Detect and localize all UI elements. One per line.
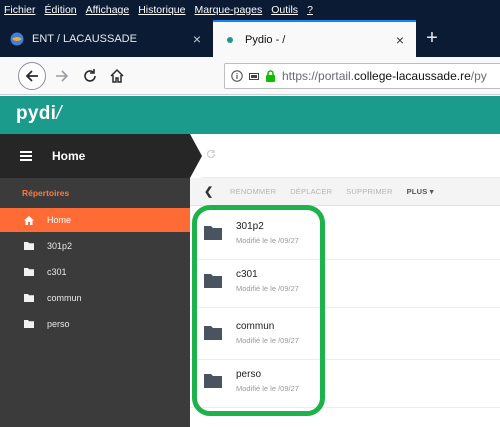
menu-edition[interactable]: Édition bbox=[45, 4, 77, 16]
new-tab-button[interactable]: + bbox=[420, 25, 444, 51]
pydio-favicon-icon bbox=[223, 33, 237, 47]
rename-button[interactable]: RENOMMER bbox=[230, 187, 276, 196]
sidebar-item-label: c301 bbox=[47, 267, 67, 277]
arrow-right-icon bbox=[56, 70, 69, 82]
highlight-box bbox=[192, 205, 325, 416]
sidebar-item-home[interactable]: Home bbox=[0, 208, 190, 232]
home-icon bbox=[24, 215, 34, 225]
sidebar-item-commun[interactable]: commun bbox=[0, 286, 190, 310]
globe-icon bbox=[10, 32, 24, 46]
logo-text: pydi bbox=[16, 103, 57, 124]
action-toolbar: ❮ RENOMMER DÉPLACER SUPPRIMER PLUS ▾ bbox=[190, 178, 500, 206]
url-bar[interactable]: https://portail. college-lacaussade.re/py bbox=[224, 63, 500, 89]
reload-button[interactable] bbox=[80, 66, 100, 86]
forward-button[interactable] bbox=[52, 66, 72, 86]
breadcrumb-chevron bbox=[190, 134, 202, 178]
close-tab-icon[interactable]: × bbox=[396, 32, 404, 48]
menu-outils[interactable]: Outils bbox=[271, 4, 298, 16]
home-button[interactable] bbox=[107, 66, 127, 86]
folder-icon bbox=[24, 242, 34, 250]
sidebar-section-label: Répertoires bbox=[22, 188, 70, 198]
sidebar-title: Home bbox=[52, 149, 86, 163]
move-button[interactable]: DÉPLACER bbox=[290, 187, 332, 196]
arrow-left-icon bbox=[25, 70, 38, 82]
delete-button[interactable]: SUPPRIMER bbox=[346, 187, 392, 196]
pydio-logo[interactable]: pydi/ bbox=[16, 103, 62, 125]
back-arrow-button[interactable]: ❮ bbox=[204, 185, 216, 198]
sidebar-item-label: 301p2 bbox=[47, 241, 73, 251]
menu-affichage[interactable]: Affichage bbox=[86, 4, 130, 16]
home-icon bbox=[110, 68, 124, 83]
menu-marque-pages[interactable]: Marque-pages bbox=[195, 4, 263, 16]
hamburger-menu-icon[interactable] bbox=[20, 149, 34, 164]
folder-icon bbox=[24, 268, 34, 276]
menu-bar: Fichier Édition Affichage Historique Mar… bbox=[0, 0, 500, 20]
sidebar-item-label: commun bbox=[47, 293, 82, 303]
close-tab-icon[interactable]: × bbox=[193, 31, 201, 47]
permissions-icon[interactable] bbox=[248, 70, 260, 82]
menu-historique[interactable]: Historique bbox=[138, 4, 185, 16]
more-menu-button[interactable]: PLUS ▾ bbox=[407, 187, 434, 196]
url-prefix: https://portail. bbox=[282, 69, 355, 83]
tab-title: Pydio - / bbox=[245, 33, 286, 46]
tab-strip: ENT / LACAUSSADE × Pydio - / × + bbox=[0, 20, 500, 57]
tab-pydio[interactable]: Pydio - / × bbox=[213, 20, 416, 57]
breadcrumb-bar bbox=[202, 134, 500, 178]
sidebar-header: Home bbox=[0, 134, 190, 178]
folder-icon bbox=[24, 294, 34, 302]
sidebar: Home Répertoires Home 301p2 c301 commun bbox=[0, 134, 190, 427]
reload-icon bbox=[84, 69, 96, 82]
url-suffix: /py bbox=[470, 69, 487, 83]
lock-icon[interactable] bbox=[265, 70, 276, 82]
tab-ent-lacaussade[interactable]: ENT / LACAUSSADE × bbox=[0, 20, 213, 57]
back-button[interactable] bbox=[18, 62, 46, 90]
tab-title: ENT / LACAUSSADE bbox=[32, 32, 137, 45]
sidebar-item-label: Home bbox=[47, 215, 72, 225]
app-header: pydi/ bbox=[0, 96, 500, 134]
menu-fichier[interactable]: Fichier bbox=[4, 4, 36, 16]
menu-aide[interactable]: ? bbox=[307, 4, 313, 16]
folder-icon bbox=[24, 320, 34, 328]
sidebar-item-c301[interactable]: c301 bbox=[0, 260, 190, 284]
sidebar-item-label: perso bbox=[47, 319, 70, 329]
sidebar-item-301p2[interactable]: 301p2 bbox=[0, 234, 190, 258]
sidebar-item-perso[interactable]: perso bbox=[0, 312, 190, 336]
url-domain: college-lacaussade.re bbox=[354, 69, 471, 83]
logo-mark: / bbox=[56, 103, 62, 124]
info-icon[interactable] bbox=[231, 70, 243, 82]
navigation-bar: https://portail. college-lacaussade.re/py bbox=[0, 57, 500, 95]
refresh-icon[interactable] bbox=[206, 149, 216, 162]
